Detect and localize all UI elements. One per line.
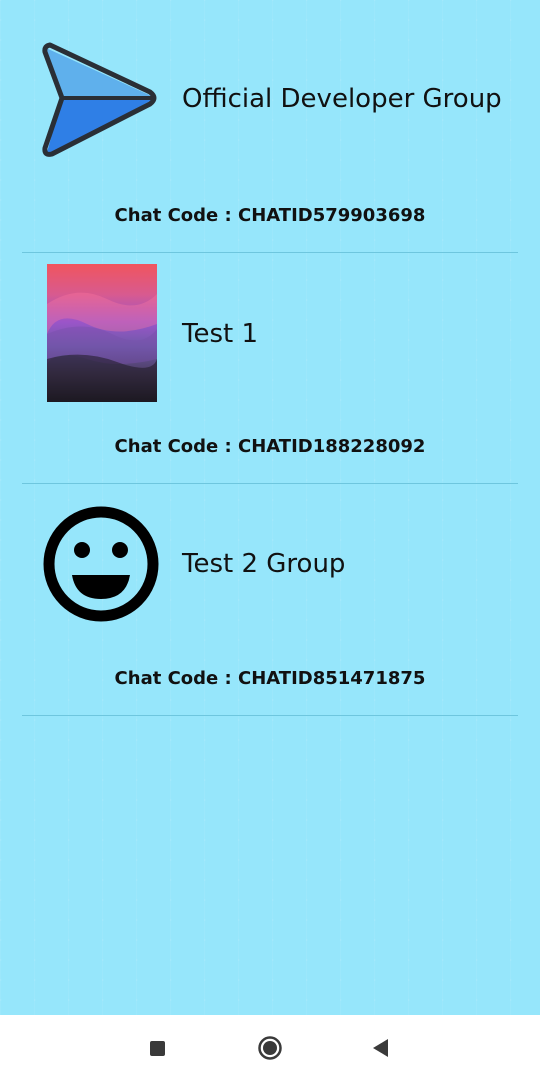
chat-code: Chat Code : CHATID188228092 [114,436,426,457]
paper-plane-icon [42,42,157,157]
divider [22,715,518,716]
group-item-test-1[interactable]: Test 1 Chat Code : CHATID188228092 [0,231,540,484]
circle-icon [258,1036,282,1060]
smiley-face-icon [43,506,159,622]
group-thumbnail [42,505,160,623]
group-name: Test 1 [182,319,259,349]
group-item-official-developer[interactable]: Official Developer Group Chat Code : CHA… [0,0,540,253]
group-name: Official Developer Group [182,84,502,114]
group-item-test-2[interactable]: Test 2 Group Chat Code : CHATID851471875 [0,463,540,716]
chat-code: Chat Code : CHATID579903698 [114,205,426,226]
back-button[interactable] [366,1033,396,1063]
home-button[interactable] [255,1033,285,1063]
back-triangle-icon [373,1039,388,1057]
group-name: Test 2 Group [182,549,346,579]
system-navigation-bar [0,1015,540,1080]
square-icon [150,1041,165,1056]
group-thumbnail-photo [47,264,157,402]
group-list-screen: Official Developer Group Chat Code : CHA… [0,0,540,1015]
wave-photo-image [47,292,157,402]
chat-code: Chat Code : CHATID851471875 [114,668,426,689]
group-thumbnail [40,40,160,165]
recents-button[interactable] [142,1033,172,1063]
